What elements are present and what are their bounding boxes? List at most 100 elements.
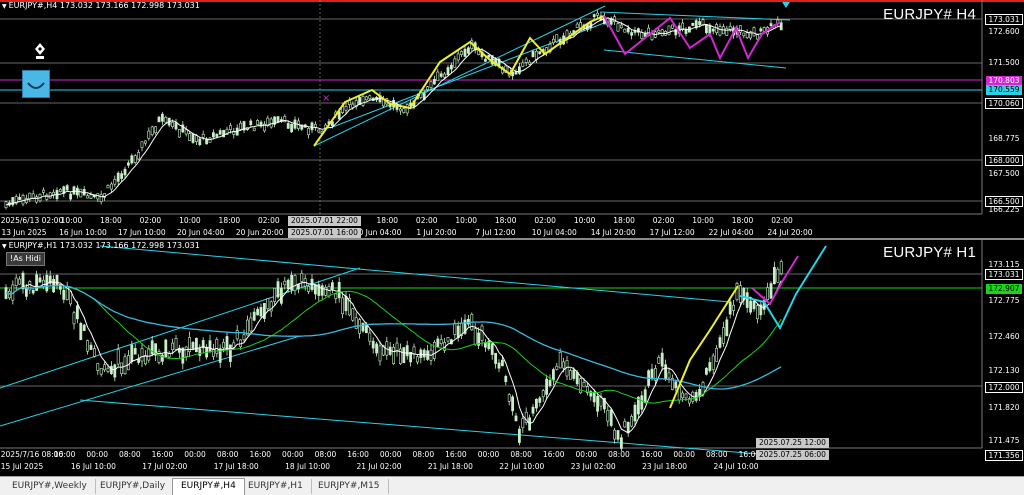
h1-candle [511, 396, 515, 412]
h1-time-sublabel: 08:00 [510, 450, 532, 459]
h1-candle [616, 430, 620, 440]
h1-ohlc-header: ▼ EURJPY#,H1 173.032 173.166 172.998 173.… [2, 241, 200, 250]
smile-face-icon[interactable] [22, 70, 50, 98]
h1-candle [127, 355, 130, 371]
h4-symbol-title: EURJPY# H4 [883, 6, 976, 23]
h1-candle [609, 409, 613, 426]
h1-candle [24, 287, 28, 297]
h4-candle [106, 185, 110, 189]
h1-candle [701, 382, 705, 395]
h1-candle [144, 355, 147, 365]
h1-candle [103, 364, 107, 371]
h4-candle [429, 81, 433, 88]
pen-nib-icon[interactable] [32, 42, 48, 60]
h4-candle [443, 73, 447, 78]
h4-candle [201, 133, 205, 138]
h4-candle [164, 117, 168, 123]
h1-candle [728, 301, 732, 315]
h4-candle [619, 24, 623, 29]
h4-candle [276, 116, 280, 123]
h1-candle [208, 340, 212, 352]
h1-time-label: 23 Jul 18:00 [642, 462, 688, 471]
h1-candle [242, 334, 246, 341]
h1-candle [313, 284, 317, 295]
h4-time-sublabel: 2025/6/13 02:00 [0, 216, 64, 225]
h4-candle [140, 141, 144, 148]
h4-crosshair-time-tag: 2025.07.01 22:00 [288, 216, 361, 226]
tab-eurjpy-h4[interactable]: EURJPY#,H4 [172, 478, 245, 495]
h1-symbol-title: EURJPY# H1 [883, 244, 976, 261]
h4-chart-canvas[interactable]: × [0, 0, 1024, 238]
h1-price-label: 172.907 [986, 284, 1022, 294]
h4-zigzag-up [313, 15, 605, 147]
chart-pane-h1[interactable]: ▼ EURJPY#,H1 173.032 173.166 172.998 173.… [0, 240, 1024, 474]
h4-time-sublabel: 02:00 [258, 216, 280, 225]
h1-candle [327, 286, 331, 297]
h4-price-label: 170.559 [986, 85, 1022, 95]
tab-eurjpy-daily[interactable]: EURJPY#,Daily [92, 479, 175, 494]
h1-candle [456, 325, 460, 339]
h1-candle [500, 359, 504, 367]
h4-candle [137, 152, 141, 160]
tab-eurjpy-weekly[interactable]: EURJPY#,Weekly [4, 479, 96, 494]
h1-chart-canvas[interactable] [0, 240, 1024, 474]
h1-crosshair-time-tag: 2025.07.25 06:00 [756, 450, 829, 460]
h4-price-label: 168.775 [988, 134, 1020, 143]
h1-candle [164, 339, 168, 358]
h1-candle [415, 356, 419, 363]
h1-candle [405, 345, 409, 357]
h4-time-sublabel: 18:00 [731, 216, 754, 225]
h4-candle [521, 62, 525, 67]
h4-time-sublabel: 18:00 [100, 216, 122, 225]
h4-candle [212, 132, 215, 138]
h1-candle [198, 348, 202, 356]
chart-pane-h4[interactable]: × ▼ EURJPY#,H4 173.032 173.166 172.998 17… [0, 0, 1024, 238]
h4-candle [524, 58, 528, 63]
h4-candle [623, 28, 627, 33]
h1-candle [341, 297, 345, 315]
h1-time-sublabel: 08:00 [412, 450, 435, 459]
h1-candle [392, 346, 396, 365]
h4-time-label: 17 Jun 10:00 [118, 228, 166, 237]
h1-candle [667, 372, 671, 379]
h1-candle [545, 378, 549, 395]
h1-candle [256, 308, 260, 316]
h4-time-sublabel: 02:00 [771, 216, 793, 225]
h1-candle [592, 392, 596, 403]
h1-time-sublabel: 16:00 [347, 450, 369, 459]
h1-candle [613, 429, 617, 440]
h1-candle [531, 406, 535, 414]
h4-candle [436, 71, 440, 82]
h1-candle [766, 287, 770, 300]
h4-time-label: 7 Jul 12:00 [475, 228, 516, 237]
h1-candle [191, 342, 195, 349]
h4-price-label: 167.500 [988, 169, 1020, 178]
tab-eurjpy-m15[interactable]: EURJPY#,M15 [310, 479, 389, 494]
h1-candle [293, 275, 297, 291]
h4-candle [446, 67, 450, 76]
h1-candle [252, 311, 256, 321]
h4-candle [398, 108, 402, 112]
h4-candle [745, 32, 749, 39]
hide-objects-button[interactable]: !As Hidi [6, 252, 45, 266]
h1-candle [776, 268, 780, 283]
h4-time-label: 14 Jul 20:00 [590, 228, 636, 237]
h4-candle [728, 26, 732, 30]
h4-candle [188, 133, 192, 141]
h1-time-sublabel: 00:00 [477, 450, 500, 459]
h1-candle [664, 364, 668, 379]
h4-candle [198, 138, 202, 145]
h1-candle [681, 392, 685, 399]
tab-eurjpy-h1[interactable]: EURJPY#,H1 [240, 479, 312, 494]
h4-candle [252, 127, 256, 132]
h1-time-sublabel: 00:00 [282, 450, 304, 459]
h4-time-label: 20 Jun 20:00 [235, 228, 284, 237]
h1-candle [630, 416, 634, 427]
h4-candle [130, 155, 134, 164]
h4-candle [660, 29, 664, 37]
h1-candle [334, 293, 338, 299]
h1-candle [133, 348, 137, 355]
h1-time-label: 15 Jul 2025 [0, 462, 44, 471]
h4-candle [711, 28, 715, 32]
h1-price-label: 172.130 [988, 366, 1020, 375]
